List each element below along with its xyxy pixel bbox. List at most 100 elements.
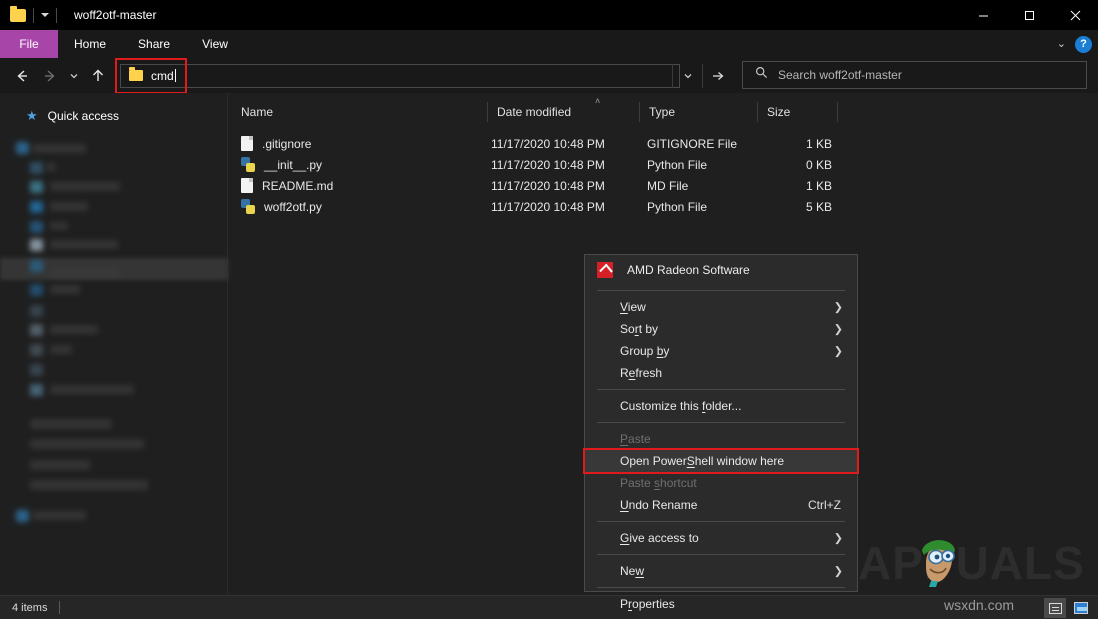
context-menu-item-refresh[interactable]: Refresh: [585, 362, 857, 384]
context-menu-item-label: Open PowerShell window here: [620, 454, 784, 468]
context-menu-item-label: Undo Rename: [620, 498, 697, 512]
column-divider[interactable]: [837, 102, 838, 122]
window-controls: [960, 0, 1098, 30]
list-item: [50, 268, 120, 277]
titlebar-divider: [33, 8, 34, 23]
context-menu-item-label: Paste shortcut: [620, 476, 697, 490]
column-header-size[interactable]: Size: [767, 101, 790, 123]
watermark-brand: APPUALS: [858, 536, 1085, 590]
list-item: [30, 162, 43, 174]
item-count-label: 4 items: [12, 602, 47, 614]
context-menu-item-label: Group by: [620, 344, 669, 358]
context-menu-item-label: Paste: [620, 432, 651, 446]
context-menu-item-sort-by[interactable]: Sort by ❯: [585, 318, 857, 340]
column-header-name[interactable]: Name: [241, 101, 273, 123]
context-menu-item-label: New: [620, 564, 644, 578]
context-menu-item-open-powershell-window-here[interactable]: Open PowerShell window here: [585, 450, 857, 472]
file-name-cell: .gitignore: [241, 136, 311, 151]
file-size-cell: 5 KB: [772, 200, 832, 214]
chevron-down-icon[interactable]: ⌄: [1057, 39, 1066, 50]
table-row[interactable]: README.md 11/17/2020 10:48 PM MD File 1 …: [229, 175, 1098, 196]
menu-divider: [597, 554, 845, 555]
list-item: [50, 285, 80, 294]
list-item: [32, 511, 86, 520]
file-explorer-window: woff2otf-master File Home Share View ⌄ ?: [0, 0, 1098, 619]
tab-share[interactable]: Share: [122, 30, 186, 58]
list-item: [50, 182, 120, 191]
table-row[interactable]: woff2otf.py 11/17/2020 10:48 PM Python F…: [229, 196, 1098, 217]
list-item: [50, 240, 118, 249]
file-name-cell: __init__.py: [241, 157, 322, 172]
menu-divider: [597, 290, 845, 291]
details-view-button[interactable]: [1044, 598, 1066, 618]
maximize-button[interactable]: [1006, 0, 1052, 30]
context-menu-item-amd-radeon-software[interactable]: AMD Radeon Software: [585, 255, 857, 285]
address-input[interactable]: cmd: [120, 64, 680, 88]
list-item: [30, 221, 43, 233]
context-menu-item-paste-shortcut[interactable]: Paste shortcut: [585, 472, 857, 494]
context-menu-item-label: View: [620, 300, 646, 314]
search-box[interactable]: Search woff2otf-master: [742, 61, 1087, 89]
table-row[interactable]: .gitignore 11/17/2020 10:48 PM GITIGNORE…: [229, 133, 1098, 154]
address-bar[interactable]: cmd: [120, 64, 680, 88]
minimize-button[interactable]: [960, 0, 1006, 30]
column-divider[interactable]: [487, 102, 488, 122]
list-item: [30, 239, 43, 251]
sidebar-item-quick-access[interactable]: ★ Quick access: [26, 108, 227, 124]
search-icon: [755, 66, 768, 84]
close-button[interactable]: [1052, 0, 1098, 30]
tab-file[interactable]: File: [0, 30, 58, 58]
up-button[interactable]: [84, 61, 112, 91]
forward-button[interactable]: [36, 61, 64, 91]
recent-locations-button[interactable]: [64, 61, 84, 91]
watermark-mascot-icon: [916, 537, 962, 589]
context-menu-item-label: Sort by: [620, 322, 658, 336]
column-header-date-modified[interactable]: Date modified: [497, 101, 571, 123]
file-date-cell: 11/17/2020 10:48 PM: [491, 158, 605, 172]
status-divider: [59, 601, 60, 614]
context-menu-item-customize-this-folder[interactable]: Customize this folder...: [585, 395, 857, 417]
folder-icon: [129, 70, 143, 81]
list-item: [16, 142, 29, 154]
status-bar: 4 items: [0, 595, 1098, 619]
amd-radeon-icon: [597, 262, 613, 278]
context-menu-item-view[interactable]: View ❯: [585, 296, 857, 318]
file-name-label: .gitignore: [262, 137, 311, 151]
context-menu-item-paste[interactable]: Paste: [585, 428, 857, 450]
context-menu-item-give-access-to[interactable]: Give access to ❯: [585, 527, 857, 549]
go-button[interactable]: [702, 64, 732, 88]
file-size-cell: 1 KB: [772, 179, 832, 193]
file-type-cell: Python File: [647, 200, 707, 214]
context-menu-item-undo-rename[interactable]: Undo Rename Ctrl+Z: [585, 494, 857, 516]
list-item: [30, 324, 43, 336]
titlebar-divider-2: [56, 8, 57, 23]
back-button[interactable]: [8, 61, 36, 91]
large-icons-view-button[interactable]: [1070, 598, 1092, 618]
menu-divider: [597, 389, 845, 390]
address-bar-buttons: [672, 64, 732, 88]
column-header-type[interactable]: Type: [649, 101, 675, 123]
column-divider[interactable]: [639, 102, 640, 122]
file-name-cell: README.md: [241, 178, 333, 193]
tab-view[interactable]: View: [186, 30, 244, 58]
list-item: [50, 222, 68, 230]
list-item: [30, 480, 148, 490]
chevron-right-icon: ❯: [834, 323, 843, 336]
context-menu-item-new[interactable]: New ❯: [585, 560, 857, 582]
column-divider[interactable]: [757, 102, 758, 122]
folder-icon: [10, 9, 26, 22]
context-menu-item-label: Give access to: [620, 531, 699, 545]
sort-ascending-icon: ˄: [595, 96, 600, 106]
title-bar: woff2otf-master: [0, 0, 1098, 30]
context-menu-item-properties[interactable]: Properties: [585, 593, 857, 615]
table-row[interactable]: __init__.py 11/17/2020 10:48 PM Python F…: [229, 154, 1098, 175]
tab-home[interactable]: Home: [58, 30, 122, 58]
help-button[interactable]: ?: [1075, 36, 1092, 53]
chevron-down-icon[interactable]: [41, 13, 49, 17]
file-name-label: README.md: [262, 179, 333, 193]
context-menu-item-group-by[interactable]: Group by ❯: [585, 340, 857, 362]
navigation-sidebar: ★ Quick access: [0, 93, 228, 595]
document-icon: [241, 178, 253, 193]
address-dropdown-button[interactable]: [672, 64, 702, 88]
sidebar-blurred-items: [0, 138, 228, 558]
